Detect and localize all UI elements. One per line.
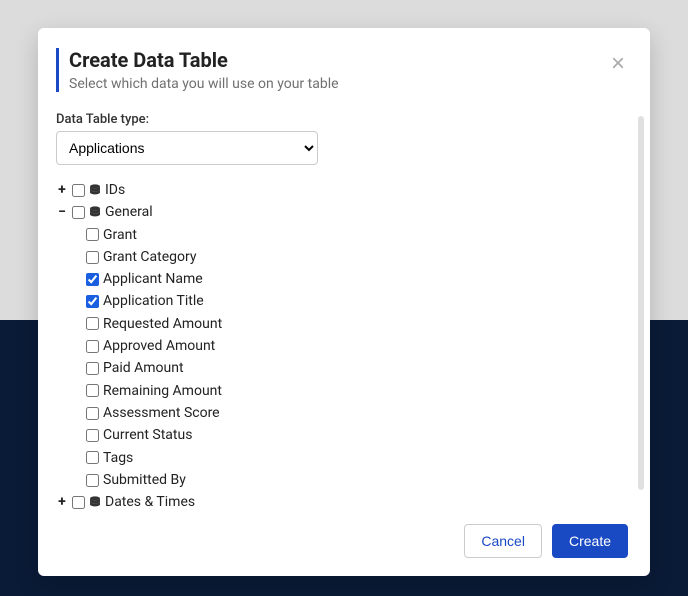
database-icon — [89, 496, 101, 508]
field-general-6: Paid Amount — [86, 357, 628, 379]
create-button[interactable]: Create — [552, 524, 628, 558]
modal-header: Create Data Table Select which data you … — [38, 28, 650, 104]
group-dates-times-checkbox[interactable] — [72, 496, 85, 509]
field-label: Paid Amount — [103, 358, 184, 378]
type-label: Data Table type: — [56, 112, 628, 127]
data-table-type-select[interactable]: Applications — [56, 131, 318, 165]
expand-icon[interactable]: + — [56, 180, 68, 200]
close-icon: × — [611, 50, 625, 77]
group-general-checkbox[interactable] — [72, 206, 85, 219]
field-general-1-checkbox[interactable] — [86, 251, 99, 264]
field-general-10-checkbox[interactable] — [86, 451, 99, 464]
field-label: Application Title — [103, 291, 204, 311]
field-general-2: Applicant Name — [86, 268, 628, 290]
field-general-1: Grant Category — [86, 246, 628, 268]
group-label: IDs — [105, 180, 125, 200]
field-general-6-checkbox[interactable] — [86, 362, 99, 375]
field-general-10: Tags — [86, 447, 628, 469]
expand-icon[interactable]: + — [56, 492, 68, 510]
field-general-3-checkbox[interactable] — [86, 295, 99, 308]
field-label: Tags — [103, 448, 133, 468]
field-label: Requested Amount — [103, 314, 222, 334]
field-general-0: Grant — [86, 224, 628, 246]
close-button[interactable]: × — [604, 50, 632, 78]
field-tree: + IDs − General Grant Grant Category App… — [56, 179, 628, 510]
group-ids-checkbox[interactable] — [72, 184, 85, 197]
field-label: Current Status — [103, 425, 192, 445]
field-general-4-checkbox[interactable] — [86, 317, 99, 330]
group-dates-times: + Dates & Times — [56, 491, 628, 510]
field-label: Submitted By — [103, 470, 186, 490]
scrollbar[interactable] — [638, 116, 644, 490]
field-general-9: Current Status — [86, 424, 628, 446]
field-general-8: Assessment Score — [86, 402, 628, 424]
field-general-5: Approved Amount — [86, 335, 628, 357]
field-general-11: Submitted By — [86, 469, 628, 491]
modal-body: Data Table type: Applications + IDs − Ge… — [38, 104, 650, 510]
group-general: − General — [56, 201, 628, 223]
field-label: Remaining Amount — [103, 381, 222, 401]
cancel-button[interactable]: Cancel — [464, 524, 542, 558]
field-general-4: Requested Amount — [86, 313, 628, 335]
modal-subtitle: Select which data you will use on your t… — [69, 76, 626, 92]
modal-title: Create Data Table — [69, 48, 626, 72]
field-label: Applicant Name — [103, 269, 203, 289]
field-label: Assessment Score — [103, 403, 220, 423]
field-general-8-checkbox[interactable] — [86, 407, 99, 420]
field-general-9-checkbox[interactable] — [86, 429, 99, 442]
field-label: Grant Category — [103, 247, 196, 267]
group-ids: + IDs — [56, 179, 628, 201]
field-general-2-checkbox[interactable] — [86, 273, 99, 286]
create-data-table-modal: Create Data Table Select which data you … — [38, 28, 650, 576]
field-label: Approved Amount — [103, 336, 215, 356]
field-general-7: Remaining Amount — [86, 380, 628, 402]
collapse-icon[interactable]: − — [56, 202, 68, 222]
field-general-0-checkbox[interactable] — [86, 228, 99, 241]
database-icon — [89, 206, 101, 218]
field-general-11-checkbox[interactable] — [86, 474, 99, 487]
group-label: Dates & Times — [105, 492, 195, 510]
group-label: General — [105, 202, 153, 222]
field-label: Grant — [103, 225, 137, 245]
field-general-5-checkbox[interactable] — [86, 340, 99, 353]
field-general-3: Application Title — [86, 290, 628, 312]
modal-footer: Cancel Create — [38, 510, 650, 576]
database-icon — [89, 184, 101, 196]
field-general-7-checkbox[interactable] — [86, 384, 99, 397]
